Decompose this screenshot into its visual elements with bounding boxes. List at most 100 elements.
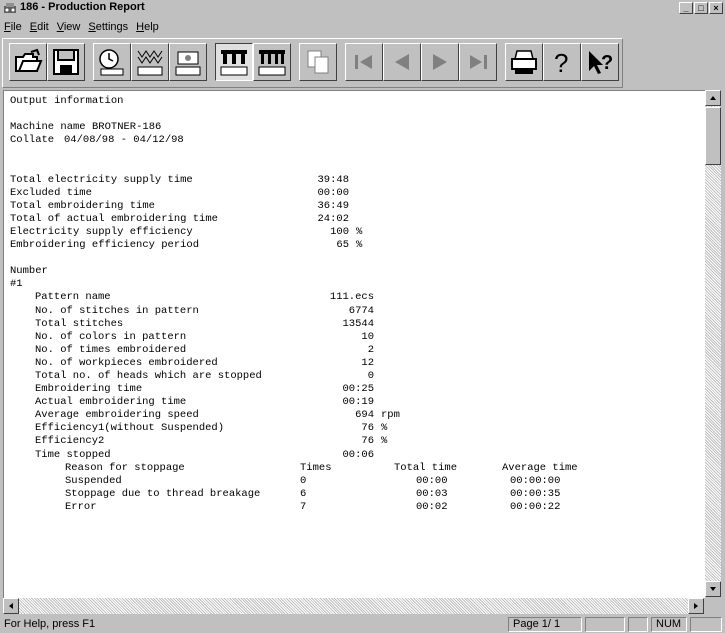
help-button[interactable]: ? (543, 43, 581, 81)
stoppage-reason: Error (65, 500, 97, 513)
detail-value: 00:19 (342, 396, 374, 409)
detail-row: Total stitches 13544 (10, 318, 700, 331)
scroll-right-button[interactable] (688, 598, 704, 614)
detail-unit: % (381, 435, 388, 448)
summary-label: Embroidering efficiency period (10, 239, 200, 252)
summary-label: Excluded time (10, 186, 92, 199)
stoppage-row: Suspended 0 00:00 00:00:00 (10, 475, 700, 488)
detail-label: Efficiency1(without Suspended) (35, 422, 225, 435)
context-help-button[interactable]: ? (581, 43, 619, 81)
down-arrow-icon (710, 587, 716, 591)
detail-label: Embroidering time (35, 383, 143, 396)
previous-page-icon (395, 54, 409, 70)
summary-row: Electricity supply efficiency 100% (10, 226, 700, 239)
multi-head-alt-button[interactable] (253, 43, 291, 81)
vertical-scrollbar[interactable] (705, 90, 721, 597)
stoppage-row: Stoppage due to thread breakage 6 00:03 00:… (10, 488, 700, 501)
previous-page-button[interactable] (383, 43, 421, 81)
report-text: Output information Machine name BROTNER-18… (10, 95, 700, 514)
menu-settings[interactable]: Settings (84, 21, 132, 33)
report-header-text: Output information (10, 95, 124, 107)
maximize-button[interactable]: □ (694, 2, 708, 14)
stoppage-times: 7 (300, 500, 307, 513)
menu-view[interactable]: View (53, 21, 85, 33)
copy-icon (307, 50, 329, 74)
detail-label: No. of colors in pattern (35, 330, 187, 343)
detail-label: Efficiency2 (35, 435, 105, 448)
report-view[interactable]: Output information Machine name BROTNER-18… (3, 90, 705, 598)
number-row: Number (10, 265, 700, 278)
context-help-icon: ? (589, 51, 613, 74)
summary-unit: % (356, 225, 363, 238)
menu-edit[interactable]: Edit (26, 21, 53, 33)
scroll-left-button[interactable] (3, 598, 19, 614)
close-button[interactable]: × (709, 2, 723, 14)
detail-value: 76 (361, 422, 374, 435)
summary-value: 36:49 (317, 199, 349, 212)
summary-value: 39:48 (317, 173, 349, 186)
stoppage-average: 00:00:35 (510, 487, 561, 500)
machine-button[interactable] (169, 43, 207, 81)
clock-button[interactable] (93, 43, 131, 81)
summary-label: Electricity supply efficiency (10, 225, 193, 238)
status-bar: For Help, press F1 Page 1/ 1 NUM (0, 616, 725, 633)
status-num-panel: NUM (651, 617, 687, 632)
toolbar: ? ? (2, 38, 623, 88)
open-button[interactable] (9, 43, 47, 81)
status-help-text: For Help, press F1 (4, 618, 96, 630)
scroll-up-button[interactable] (705, 90, 721, 106)
stoppage-average: 00:00:22 (510, 500, 561, 513)
scroll-thumb[interactable] (705, 107, 721, 165)
detail-value: 10 (361, 330, 374, 343)
collate-label: Collate (10, 134, 55, 147)
summary-value: 00:00 (317, 186, 349, 199)
scroll-down-button[interactable] (705, 581, 721, 597)
up-arrow-icon (710, 96, 716, 100)
status-page-panel: Page 1/ 1 (508, 617, 582, 632)
stitch-pattern-icon (137, 50, 163, 76)
number-label: Number (10, 265, 48, 278)
open-folder-icon (15, 48, 43, 72)
horizontal-scrollbar[interactable] (3, 598, 704, 614)
detail-row: Time stopped 00:06 (10, 449, 700, 462)
multi-head-button[interactable] (215, 43, 253, 81)
save-disk-icon (53, 49, 79, 75)
next-page-button[interactable] (421, 43, 459, 81)
stitch-pattern-button[interactable] (131, 43, 169, 81)
svg-text:?: ? (601, 52, 613, 74)
detail-row: No. of stitches in pattern 6774 (10, 305, 700, 318)
detail-label: Average embroidering speed (35, 409, 199, 422)
window-title: 186 - Production Report (20, 1, 145, 13)
print-button[interactable] (505, 43, 543, 81)
detail-row: Efficiency1(without Suspended) 76% (10, 422, 700, 435)
stoppage-total: 00:02 (416, 500, 448, 513)
first-page-button[interactable] (345, 43, 383, 81)
detail-row: Total no. of heads which are stopped 0 (10, 370, 700, 383)
menu-help[interactable]: Help (132, 21, 163, 33)
summary-unit: % (356, 239, 363, 252)
stoppage-total-header: Total time (394, 461, 458, 474)
copy-button[interactable] (299, 43, 337, 81)
number-value: #1 (10, 278, 23, 291)
menu-file[interactable]: File (0, 21, 26, 33)
stoppage-total: 00:00 (416, 474, 448, 487)
machine-icon (175, 51, 201, 76)
multi-head-machine-alt-icon (258, 50, 286, 76)
stoppage-reason-header: Reason for stoppage (65, 461, 185, 474)
detail-value: 76 (361, 435, 374, 448)
last-page-button[interactable] (459, 43, 497, 81)
save-button[interactable] (47, 43, 85, 81)
minimize-button[interactable]: _ (679, 2, 693, 14)
detail-label: Time stopped (35, 448, 111, 461)
first-page-icon (355, 55, 372, 69)
svg-text:?: ? (554, 48, 568, 77)
stoppage-reason: Stoppage due to thread breakage (65, 487, 261, 500)
print-icon (511, 50, 537, 74)
detail-row: Embroidering time 00:25 (10, 383, 700, 396)
detail-value: 694 (355, 409, 374, 422)
summary-label: Total embroidering time (10, 199, 155, 212)
detail-row: No. of colors in pattern 10 (10, 331, 700, 344)
detail-unit: rpm (381, 409, 400, 422)
